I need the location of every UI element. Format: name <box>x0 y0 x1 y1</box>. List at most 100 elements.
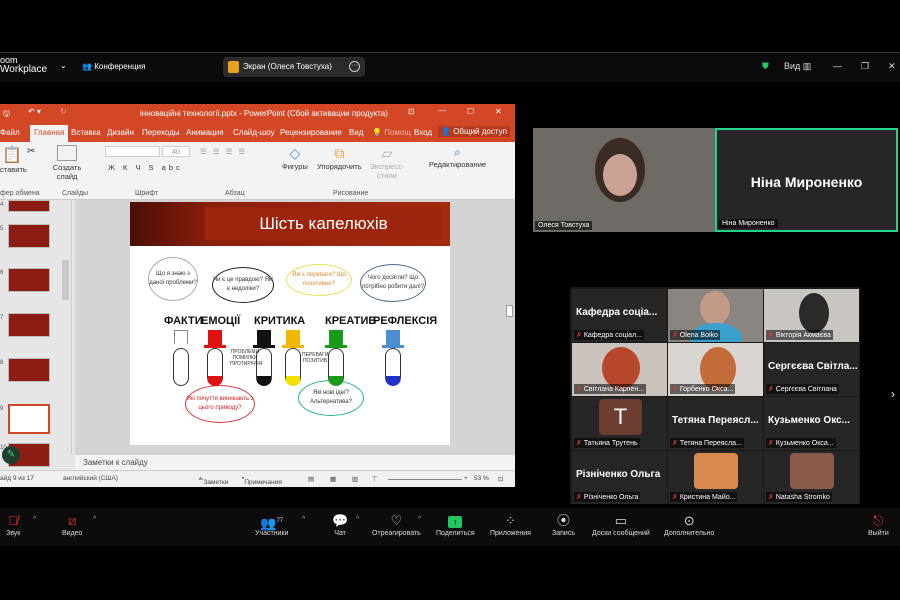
participant-tile[interactable]: Natasha Stromko <box>764 451 859 504</box>
participant-tile[interactable]: Вікторія Акмаєва <box>764 289 859 342</box>
chevron-down-icon[interactable]: ⌄ <box>60 61 67 70</box>
video-button[interactable]: ⧄ Видео <box>62 512 82 537</box>
font-name-input[interactable] <box>105 146 160 157</box>
next-page-arrow[interactable]: › <box>891 387 895 401</box>
tab-view[interactable]: Вид <box>349 128 363 137</box>
speaker-video-tovstukha[interactable]: Олеся Товстуха <box>533 128 715 232</box>
notes-button[interactable]: ≐ Заметки <box>198 475 228 486</box>
slide-editor[interactable]: Шість капелюхів Що я знаю з даної пробле… <box>75 200 515 454</box>
participant-tile[interactable]: Різніченко ОльгаРізніченко Ольга <box>572 451 667 504</box>
sign-in-link[interactable]: Вход <box>414 128 432 137</box>
annotate-pen-icon[interactable]: ✎ <box>2 446 20 464</box>
new-slide-button[interactable]: Создать слайд <box>50 145 84 181</box>
thumbnail[interactable] <box>8 224 50 248</box>
participant-tile[interactable]: Olena Boiko <box>668 289 763 342</box>
react-button[interactable]: ♡ Отреагировать <box>372 512 421 537</box>
character-figure <box>285 348 301 386</box>
more-icon[interactable]: ··· <box>349 61 360 72</box>
tab-help[interactable]: 💡 Помощ <box>372 128 411 137</box>
font-format-buttons[interactable]: Ж К Ч S abc <box>108 163 183 172</box>
participant-tile[interactable]: TТатьяна Трутень <box>572 397 667 450</box>
chat-caret[interactable]: ^ <box>356 516 359 523</box>
undo-icon[interactable]: ↶ ▾ <box>28 107 41 116</box>
font-size-input[interactable]: 40 <box>162 146 190 157</box>
language-indicator[interactable]: английский (США) <box>63 475 118 482</box>
normal-view-icon[interactable]: ▤ <box>308 475 314 483</box>
minimize-button[interactable]: — <box>438 106 446 115</box>
thumbnail[interactable] <box>8 268 50 292</box>
zoom-level[interactable]: 53 % <box>474 475 489 482</box>
participants-caret[interactable]: ^ <box>302 516 305 523</box>
save-icon[interactable]: 🖫 <box>3 108 10 122</box>
editing-button[interactable]: ⌕ Редактирование <box>425 145 490 169</box>
minimize-button[interactable]: — <box>833 61 842 71</box>
restore-button[interactable]: ❐ <box>861 61 869 72</box>
shapes-icon: ◇ <box>289 145 301 161</box>
thumbnail[interactable] <box>8 200 50 212</box>
participant-tile[interactable]: Кузьменко Окс...Кузьменко Окса... <box>764 397 859 450</box>
paste-button[interactable]: 📋 ставить <box>0 145 27 174</box>
fit-slide-icon[interactable]: ⊡ <box>498 475 503 483</box>
group-drawing: Рисование <box>333 190 369 197</box>
tab-insert[interactable]: Вставка <box>71 128 101 137</box>
thumbnail[interactable] <box>8 313 50 337</box>
tab-file[interactable]: Файл <box>0 128 20 137</box>
slideshow-icon[interactable]: ⊤ <box>372 475 378 483</box>
screen-share-indicator[interactable]: Экран (Олеся Товстуха) ··· <box>223 57 365 77</box>
audio-button[interactable]: 🎙̸ Звук <box>6 512 20 537</box>
apps-button[interactable]: ⁘ Приложения <box>490 512 531 537</box>
video-options-caret[interactable]: ^ <box>93 516 96 523</box>
thumbnail[interactable] <box>8 358 50 382</box>
participant-tile[interactable]: Кристина Майо... <box>668 451 763 504</box>
speaker-tile-mironenko[interactable]: Ніна Мироненко Ніна Мироненко <box>715 128 898 232</box>
comments-button[interactable]: ▪ Примечания <box>242 475 282 486</box>
tab-home[interactable]: Главная <box>30 125 69 142</box>
slide-sorter-icon[interactable]: ▦ <box>330 475 336 483</box>
close-button[interactable]: ✕ <box>495 107 502 116</box>
whiteboards-button[interactable]: ▭ Доски сообщений <box>592 512 650 537</box>
redo-icon[interactable]: ↻ <box>60 107 67 116</box>
participant-tile[interactable]: Горбенко Окса... <box>668 343 763 396</box>
participants-button[interactable]: 👥77 Участники <box>255 512 288 537</box>
slide-title[interactable]: Шість капелюхів <box>205 207 442 240</box>
red-hat-icon <box>204 330 226 348</box>
shapes-button[interactable]: ◇ Фигуры <box>282 145 308 171</box>
more-button[interactable]: ⊙ Дополнительно <box>664 512 714 537</box>
reading-view-icon[interactable]: ▥ <box>352 475 358 483</box>
participant-tile[interactable]: Сергєєва Світла...Сергєєва Світлана <box>764 343 859 396</box>
tab-review[interactable]: Рецензирование <box>280 128 342 137</box>
quick-styles-button[interactable]: ▱ Экспресс-стили <box>367 145 407 180</box>
share-button[interactable]: ↑ Поделиться <box>436 512 475 537</box>
tab-design[interactable]: Дизайн <box>107 128 134 137</box>
participant-tile[interactable]: Кафедра соціа...Кафедра соціал... <box>572 289 667 342</box>
notes-pane[interactable]: Заметки к слайду <box>75 454 515 470</box>
view-button[interactable]: Вид ▥ <box>784 61 811 72</box>
chat-button[interactable]: 💬 Чат <box>332 512 348 537</box>
vertical-scrollbar[interactable] <box>506 305 513 317</box>
share-button[interactable]: 👤 Общий доступ <box>438 126 510 137</box>
paragraph-buttons[interactable]: ☰ ☰ ☰ ☰ <box>200 147 247 156</box>
maximize-button[interactable]: ☐ <box>467 107 474 116</box>
tab-animation[interactable]: Анимация <box>186 128 224 137</box>
thumbnail-selected[interactable] <box>8 404 50 434</box>
leave-button[interactable]: ⎋ Выйти <box>868 512 889 537</box>
slide-canvas[interactable]: Шість капелюхів Що я знаю з даної пробле… <box>130 202 450 445</box>
thumbnail-scrollbar[interactable] <box>62 260 69 300</box>
tab-slideshow[interactable]: Слайд-шоу <box>233 128 274 137</box>
ribbon-tabs: Файл Главная Вставка Дизайн Переходы Ани… <box>0 123 515 142</box>
ribbon-display-icon[interactable]: ⊡ <box>408 107 415 116</box>
slide-thumbnails[interactable]: 4 5 6 7 8 9 10 ✎ <box>0 200 72 467</box>
green-hat-icon <box>325 330 347 348</box>
meeting-info-button[interactable]: 👥 Конференция <box>82 62 145 71</box>
react-caret[interactable]: ^ <box>418 516 421 523</box>
participant-tile[interactable]: Світлана Карпен... <box>572 343 667 396</box>
close-button[interactable]: ✕ <box>888 61 896 72</box>
audio-options-caret[interactable]: ^ <box>33 516 36 523</box>
zoom-slider[interactable] <box>388 479 462 480</box>
cut-icon[interactable]: ✂ <box>27 146 35 157</box>
zoom-in-icon[interactable]: + <box>464 475 468 482</box>
participant-tile[interactable]: Тетяна Переясл...Тетяна Переясла... <box>668 397 763 450</box>
arrange-button[interactable]: ⧉ Упорядочить <box>317 145 362 171</box>
record-button[interactable]: ⦿ Запись <box>552 512 575 537</box>
tab-transitions[interactable]: Переходы <box>142 128 180 137</box>
